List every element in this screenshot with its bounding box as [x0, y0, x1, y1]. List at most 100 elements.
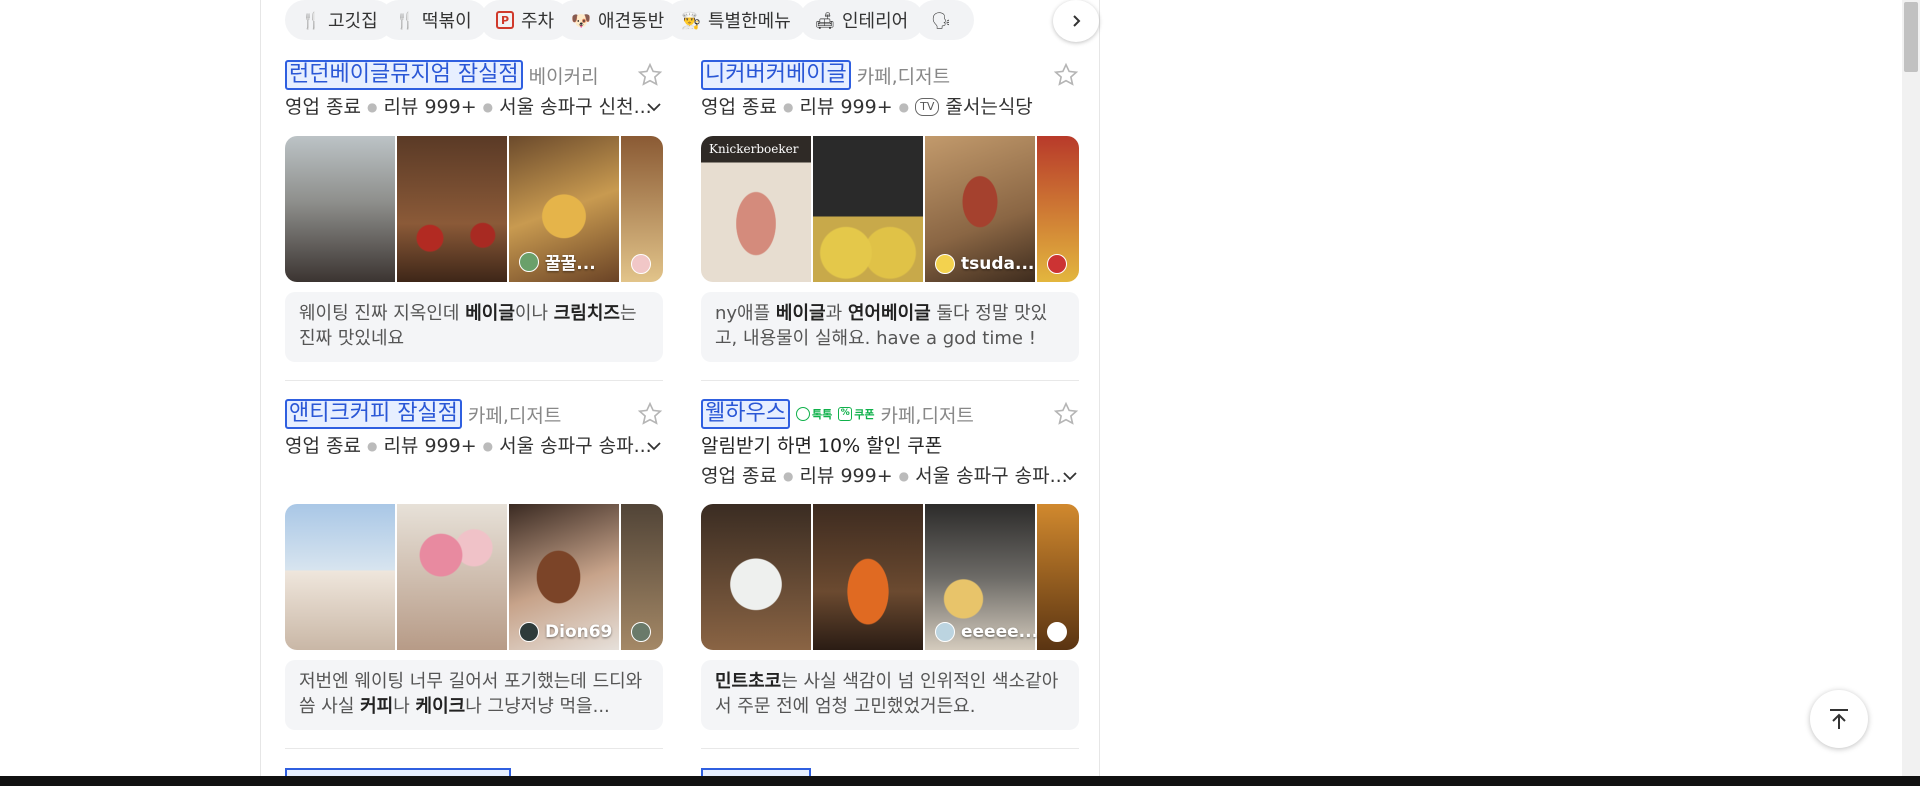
photo-author	[631, 254, 657, 274]
review-snippet[interactable]: 웨이팅 진짜 지옥인데 베이글이나 크림치즈는 진짜 맛있네요	[285, 292, 663, 362]
review-text: 웨이팅 진짜 지옥인데	[299, 303, 466, 324]
photo-thumbnail[interactable]: Knickerboeker	[701, 136, 811, 282]
dot-separator: ●	[898, 469, 910, 483]
photo-thumbnail[interactable]	[285, 136, 395, 282]
divider	[701, 380, 1079, 381]
place-name-link[interactable]: 니커버커베이글	[701, 60, 851, 90]
photo-thumbnail[interactable]: Dion69	[509, 504, 619, 650]
review-count: 리뷰 999+	[383, 435, 477, 457]
fork-knife-icon: 🍴	[395, 10, 415, 30]
photo-thumbnail[interactable]	[813, 504, 923, 650]
photo-thumbnail[interactable]	[285, 504, 395, 650]
business-status: 영업 종료	[701, 96, 777, 118]
photo-author	[1047, 622, 1073, 642]
photo-strip[interactable]: Dion69	[285, 504, 663, 650]
coupon-badge[interactable]: % 쿠폰	[838, 406, 874, 422]
photo-author-name: 꿀꿀...	[545, 254, 596, 274]
place-category: 카페,디저트	[467, 404, 562, 427]
arrow-up-icon	[1830, 709, 1848, 729]
place-name-link[interactable]: 웰하우스	[701, 399, 790, 429]
card-title-row: 런던베이글뮤지엄 잠실점 베이커리	[285, 60, 663, 90]
review-snippet[interactable]: ny애플 베이글과 연어베이글 둘다 정말 맛있고, 내용물이 실해요. hav…	[701, 292, 1079, 362]
photo-author: 꿀꿀...	[519, 249, 596, 274]
chip-more[interactable]: 🗣	[915, 0, 974, 40]
review-snippet[interactable]: 민트초코는 사실 색감이 넘 인위적인 색소같아서 주문 전에 엄청 고민했었거…	[701, 660, 1079, 730]
photo-thumbnail[interactable]	[1037, 136, 1079, 282]
place-card[interactable]: 니커버커베이글 카페,디저트 영업 종료 ● 리뷰 999+ ● TV 줄서는식당 …	[701, 60, 1079, 362]
badge-label: 쿠폰	[854, 408, 875, 421]
review-text: 나 그냥저냥 먹을...	[465, 696, 610, 717]
badge-label: 톡톡	[811, 408, 833, 421]
photo-author: tsuda...	[935, 254, 1034, 274]
chip-label: 인테리어	[842, 11, 909, 32]
chip-tteokbokki[interactable]: 🍴 떡볶이	[379, 0, 488, 40]
place-name-link[interactable]: 앤티크커피 잠실점	[285, 399, 462, 429]
photo-thumbnail[interactable]: tsuda...	[925, 136, 1035, 282]
photo-author-name: Dion69	[545, 622, 613, 642]
chevron-down-icon[interactable]	[645, 98, 663, 116]
chip-label: 애견동반	[598, 11, 665, 32]
review-keyword: 크림치즈	[553, 303, 620, 324]
photo-thumbnail[interactable]: 꿀꿀...	[509, 136, 619, 282]
chip-pet-friendly[interactable]: 🐶 애견동반	[555, 0, 681, 40]
place-info-row: 영업 종료 ● 리뷰 999+ ● 서울 송파구 송파...	[285, 431, 663, 461]
avatar	[631, 622, 651, 642]
photo-strip[interactable]: Knickerboeker tsuda...	[701, 136, 1079, 282]
photo-thumbnail[interactable]	[1037, 504, 1079, 650]
review-text: 과	[825, 303, 848, 324]
coupon-promo-link[interactable]: 알림받기 하면 10% 할인 쿠폰	[701, 433, 1079, 459]
photo-caption: Knickerboeker	[709, 142, 799, 156]
business-status: 영업 종료	[701, 465, 777, 487]
scrollbar-track[interactable]	[1902, 0, 1920, 776]
place-card[interactable]: 런던베이글뮤지엄 잠실점 베이커리 영업 종료 ● 리뷰 999+ ● 서울 송파구…	[285, 60, 663, 362]
photo-thumbnail[interactable]: eeeee...	[925, 504, 1038, 650]
business-status: 영업 종료	[285, 96, 361, 118]
sofa-icon: 🛋	[814, 10, 836, 30]
place-card[interactable]: 웰하우스 톡톡 % 쿠폰 카페,디저트 알림받기 하면 10% 할인 쿠폰 영업 …	[701, 399, 1079, 730]
percent-icon: %	[838, 407, 853, 421]
card-title-row: 앤티크커피 잠실점 카페,디저트	[285, 399, 663, 429]
divider	[285, 380, 663, 381]
photo-thumbnail[interactable]	[701, 504, 811, 650]
star-icon[interactable]	[1053, 401, 1079, 427]
photo-thumbnail[interactable]	[397, 504, 507, 650]
search-results-panel: 🍴 고깃집 🍴 떡볶이 P 주차 🐶 애견동반 👨‍🍳 특별한메뉴 🛋 인테리어 🗣 런던베…	[260, 0, 1100, 786]
chip-interior[interactable]: 🛋 인테리어	[799, 0, 925, 40]
photo-strip[interactable]: eeeee...	[701, 504, 1079, 650]
chevron-down-icon[interactable]	[1061, 467, 1079, 485]
photo-author	[631, 622, 657, 642]
place-address: 서울 송파구 송파...	[499, 435, 652, 457]
dot-separator: ●	[782, 100, 794, 114]
card-title-row: 웰하우스 톡톡 % 쿠폰 카페,디저트	[701, 399, 1079, 429]
person-icon: 🗣	[930, 10, 952, 30]
place-category: 카페,디저트	[856, 65, 951, 88]
place-category: 카페,디저트	[880, 404, 974, 427]
talktalk-badge[interactable]: 톡톡	[795, 406, 833, 422]
photo-thumbnail[interactable]	[621, 504, 663, 650]
card-title-row: 니커버커베이글 카페,디저트	[701, 60, 1079, 90]
chip-label: 주차	[521, 11, 555, 32]
photo-thumbnail[interactable]	[397, 136, 507, 282]
photo-thumbnail[interactable]	[813, 136, 923, 282]
chevron-down-icon[interactable]	[645, 437, 663, 455]
photo-strip[interactable]: 꿀꿀...	[285, 136, 663, 282]
photo-thumbnail[interactable]	[621, 136, 663, 282]
chip-scroll-right-button[interactable]	[1053, 0, 1099, 42]
star-icon[interactable]	[1053, 62, 1079, 88]
place-card[interactable]: 앤티크커피 잠실점 카페,디저트 영업 종료 ● 리뷰 999+ ● 서울 송파구 …	[285, 399, 663, 730]
review-snippet[interactable]: 저번엔 웨이팅 너무 길어서 포기했는데 드디와씀 사실 커피나 케이크나 그냥…	[285, 660, 663, 730]
star-icon[interactable]	[637, 62, 663, 88]
chat-bubble-icon	[795, 407, 810, 421]
avatar	[519, 251, 539, 272]
scroll-to-top-button[interactable]	[1810, 690, 1868, 748]
place-category: 베이커리	[528, 65, 599, 88]
dot-separator: ●	[366, 100, 378, 114]
photo-author	[1047, 254, 1073, 274]
chip-meat-restaurant[interactable]: 🍴 고깃집	[285, 0, 394, 40]
place-name-link[interactable]: 런던베이글뮤지엄 잠실점	[285, 60, 523, 90]
scrollbar-thumb[interactable]	[1904, 2, 1918, 72]
star-icon[interactable]	[637, 401, 663, 427]
review-count: 리뷰 999+	[799, 465, 893, 487]
chip-special-menu[interactable]: 👨‍🍳 특별한메뉴	[665, 0, 807, 40]
review-keyword: 연어베이글	[847, 303, 931, 324]
